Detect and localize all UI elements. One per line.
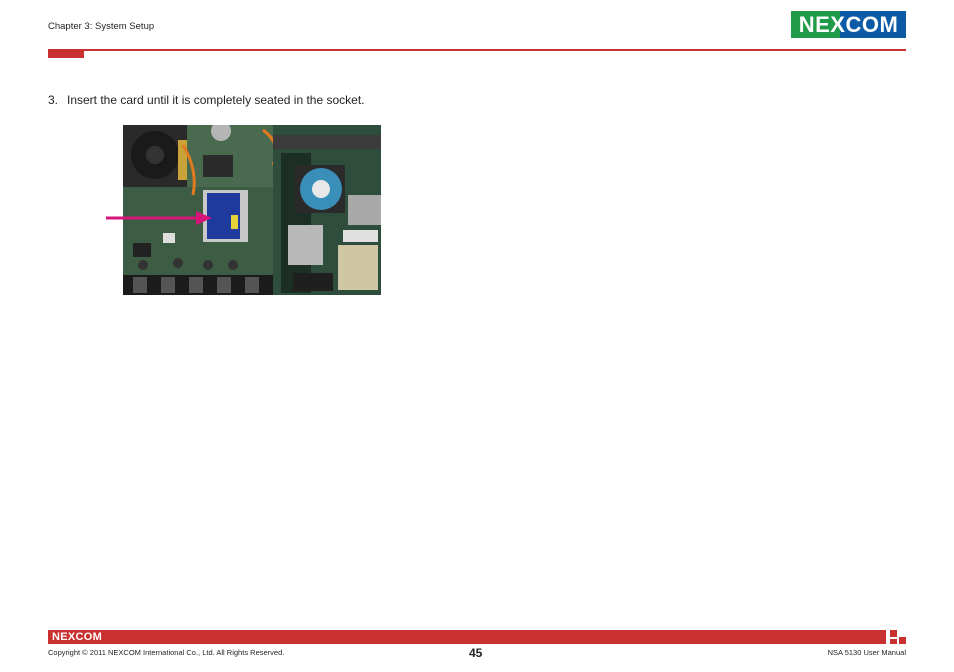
manual-name: NSA 5130 User Manual	[827, 648, 906, 657]
copyright-text: Copyright © 2011 NEXCOM International Co…	[48, 648, 285, 657]
footer-square-icon	[890, 639, 897, 644]
logo-text: NEXCOM	[798, 11, 899, 37]
header-divider	[48, 49, 906, 51]
step-number: 3.	[48, 93, 59, 107]
footer-bar	[48, 630, 886, 644]
instruction-step: 3. Insert the card until it is completely…	[48, 93, 364, 107]
footer-logo: NEXCOM	[52, 631, 103, 643]
footer-square-icon	[890, 630, 897, 637]
step-text: Insert the card until it is completely s…	[67, 93, 365, 107]
footer-square-icon	[899, 637, 906, 644]
nexcom-logo: NEXCOM	[791, 11, 906, 38]
chapter-title: Chapter 3: System Setup	[48, 21, 155, 32]
header-accent-block	[48, 49, 84, 58]
pointer-arrow-icon	[106, 211, 212, 225]
page-number: 45	[469, 646, 483, 660]
